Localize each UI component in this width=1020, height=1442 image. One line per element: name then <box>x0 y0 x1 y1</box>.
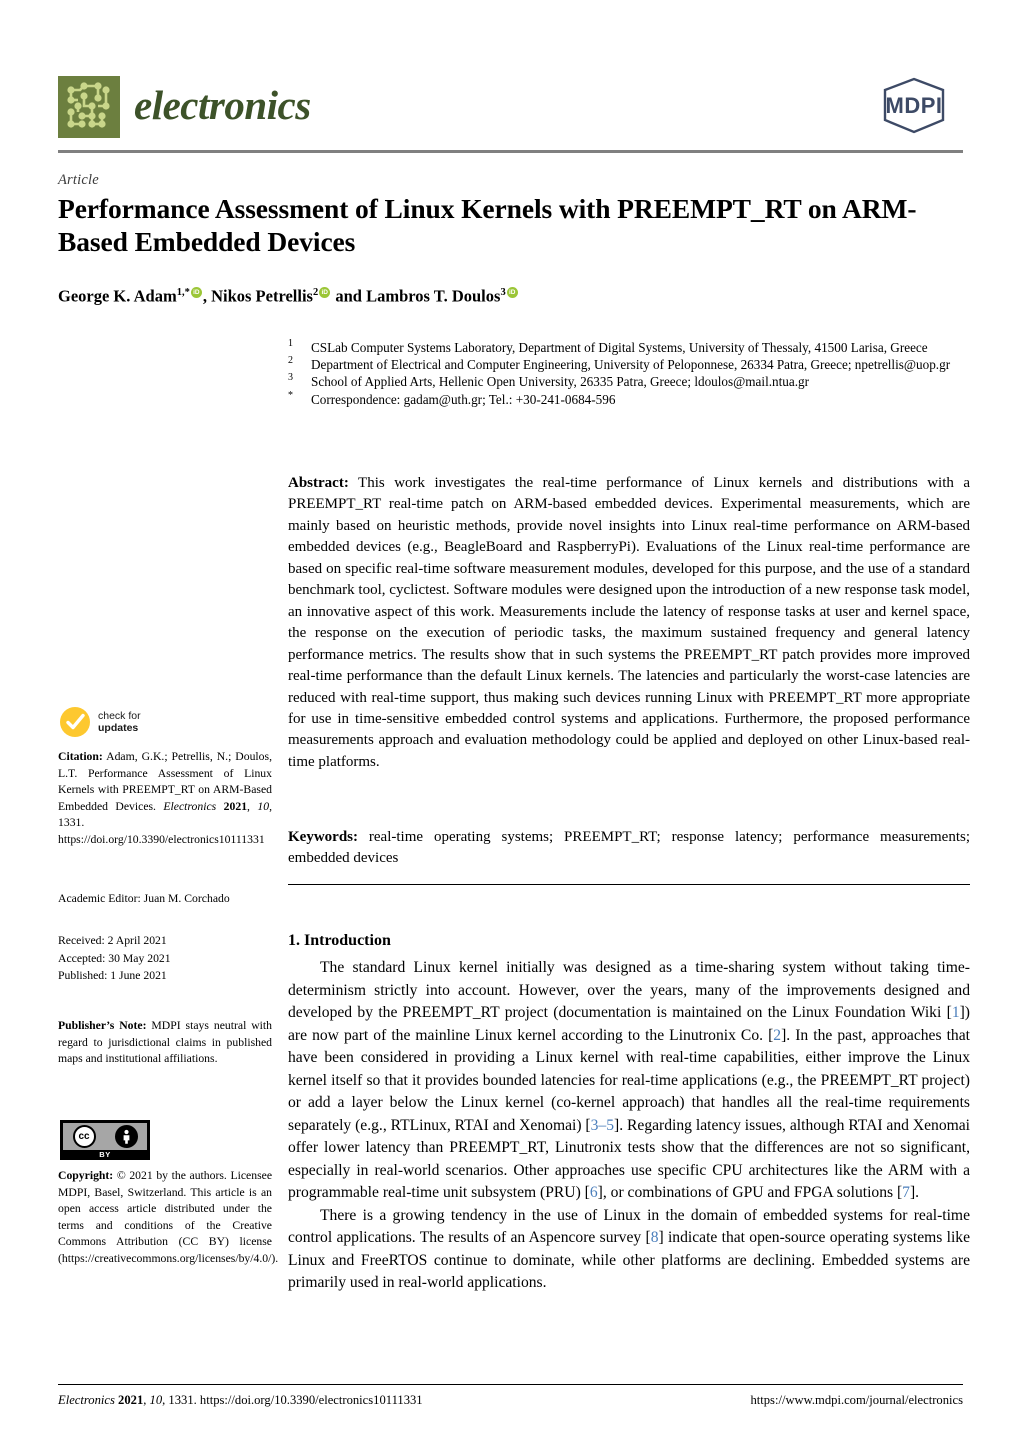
paragraph-text: ]. <box>909 1184 920 1201</box>
affiliation-marker: 3 <box>288 372 293 384</box>
footer-year: 2021 <box>118 1393 144 1407</box>
footer-journal: Electronics <box>58 1393 115 1407</box>
footer-rest: , 1331. https://doi.org/10.3390/electron… <box>162 1393 423 1407</box>
citation-ref[interactable]: 1 <box>952 1004 960 1021</box>
circuit-board-icon <box>58 76 120 138</box>
check-for-updates-line1: check for <box>98 709 141 722</box>
citation-ref[interactable]: 3–5 <box>591 1117 614 1134</box>
section-heading: 1. Introduction <box>288 932 391 949</box>
received-date: Received: 2 April 2021 <box>58 934 167 947</box>
affiliation-text: CSLab Computer Systems Laboratory, Depar… <box>311 340 928 355</box>
page-footer: Electronics 2021, 10, 1331. https://doi.… <box>58 1393 963 1408</box>
publishers-note-label: Publisher’s Note: <box>58 1019 147 1032</box>
footer-divider <box>58 1384 963 1385</box>
affiliation-item: * Correspondence: gadam@uth.gr; Tel.: +3… <box>288 389 968 408</box>
author-1-affiliation-marks: 1,* <box>176 287 190 298</box>
keywords-block: Keywords: real-time operating systems; P… <box>288 827 970 870</box>
keywords-label: Keywords: <box>288 829 358 845</box>
footer-citation: Electronics 2021, 10, 1331. https://doi.… <box>58 1393 423 1407</box>
copyright-label: Copyright: <box>58 1169 114 1182</box>
citation-volume: 10 <box>257 799 270 813</box>
paragraph: The standard Linux kernel initially was … <box>288 957 970 1205</box>
accepted-date: Accepted: 30 May 2021 <box>58 951 171 965</box>
author-3-affiliation-marks: 3 <box>500 287 506 298</box>
paragraph-text: The standard Linux kernel initially was … <box>288 959 970 1021</box>
affiliation-text: Correspondence: gadam@uth.gr; Tel.: +30-… <box>311 391 616 407</box>
check-circle-icon <box>60 707 90 737</box>
citation-ref[interactable]: 7 <box>902 1184 910 1201</box>
citation-doi[interactable]: https://doi.org/10.3390/electronics10111… <box>58 833 265 846</box>
masthead-divider <box>58 150 963 153</box>
affiliation-item: 2 Department of Electrical and Computer … <box>288 355 968 373</box>
author-2-affiliation-marks: 2 <box>312 287 319 298</box>
affiliation-text: Department of Electrical and Computer En… <box>311 357 951 373</box>
abstract-label: Abstract: <box>288 475 349 491</box>
author-list: George K. Adam1,*, Nikos Petrellis2 and … <box>58 283 968 307</box>
cc-by-label: BY <box>99 1150 111 1159</box>
orcid-icon[interactable] <box>319 286 331 298</box>
check-for-updates-text: check for updates <box>98 710 141 735</box>
attribution-person-icon <box>114 1125 138 1148</box>
page-title: Performance Assessment of Linux Kernels … <box>58 193 917 257</box>
author-2: Nikos Petrellis <box>211 286 313 306</box>
copyright-block: Copyright: © 2021 by the authors. Licens… <box>58 1168 278 1268</box>
citation-block: Citation: Adam, G.K.; Petrellis, N.; Dou… <box>58 750 272 846</box>
publication-dates: Received: 2 April 2021 Accepted: 30 May … <box>58 932 272 985</box>
affiliation-item: 3 School of Applied Arts, Hellenic Open … <box>288 372 968 390</box>
affiliation-marker: * <box>288 389 293 401</box>
affiliation-marker: 2 <box>288 355 293 367</box>
keywords-divider <box>288 884 970 885</box>
journal-name: electronics <box>134 81 311 128</box>
published-date: Published: 1 June 2021 <box>58 969 167 983</box>
abstract-block: Abstract: This work investigates the rea… <box>288 473 970 773</box>
article-type-label: Article <box>58 172 99 188</box>
copyright-text: © 2021 by the authors. Licensee MDPI, Ba… <box>58 1169 279 1265</box>
citation-ref[interactable]: 6 <box>590 1184 598 1201</box>
footer-journal-url[interactable]: https://www.mdpi.com/journal/electronics <box>750 1393 963 1408</box>
cc-badge-inner: cc <box>63 1123 147 1150</box>
paragraph: There is a growing tendency in the use o… <box>288 1205 970 1295</box>
journal-logo[interactable]: electronics <box>58 76 311 138</box>
academic-editor: Academic Editor: Juan M. Corchado <box>58 892 230 905</box>
author-3: Lambros T. Doulos <box>366 286 501 306</box>
affiliation-marker: 1 <box>288 338 293 349</box>
mdpi-logo[interactable]: MDPI <box>865 76 963 138</box>
affiliation-item: 1 CSLab Computer Systems Laboratory, Dep… <box>288 338 968 356</box>
citation-ref[interactable]: 2 <box>773 1027 781 1044</box>
author-conjunction: and <box>331 286 367 306</box>
author-separator: , <box>202 286 212 306</box>
citation-journal: Electronics <box>163 799 217 813</box>
orcid-icon[interactable] <box>190 286 202 298</box>
affiliation-list: 1 CSLab Computer Systems Laboratory, Dep… <box>288 338 968 408</box>
cc-by-license-badge[interactable]: cc BY <box>60 1120 150 1160</box>
masthead: electronics MDPI <box>58 72 963 150</box>
article-page: electronics MDPI Article Performance Ass… <box>0 0 1020 1442</box>
creative-commons-icon: cc <box>72 1125 96 1148</box>
abstract-text: This work investigates the real-time per… <box>288 475 971 770</box>
footer-volume: 10 <box>149 1393 163 1407</box>
citation-year: 2021 <box>223 799 248 813</box>
publishers-note: Publisher’s Note: MDPI stays neutral wit… <box>58 1018 272 1068</box>
affiliation-text: School of Applied Arts, Hellenic Open Un… <box>311 374 810 390</box>
svg-text:MDPI: MDPI <box>886 93 943 118</box>
keywords-text: real-time operating systems; PREEMPT_RT;… <box>288 829 970 867</box>
check-for-updates-badge[interactable]: check for updates <box>60 703 210 741</box>
section-body: The standard Linux kernel initially was … <box>288 957 970 1295</box>
citation-label: Citation: <box>58 750 103 763</box>
orcid-icon[interactable] <box>506 286 518 298</box>
author-1: George K. Adam <box>58 286 177 306</box>
check-for-updates-line2: updates <box>98 722 139 734</box>
paragraph-text: ], or combinations of GPU and FPGA solut… <box>597 1184 903 1201</box>
